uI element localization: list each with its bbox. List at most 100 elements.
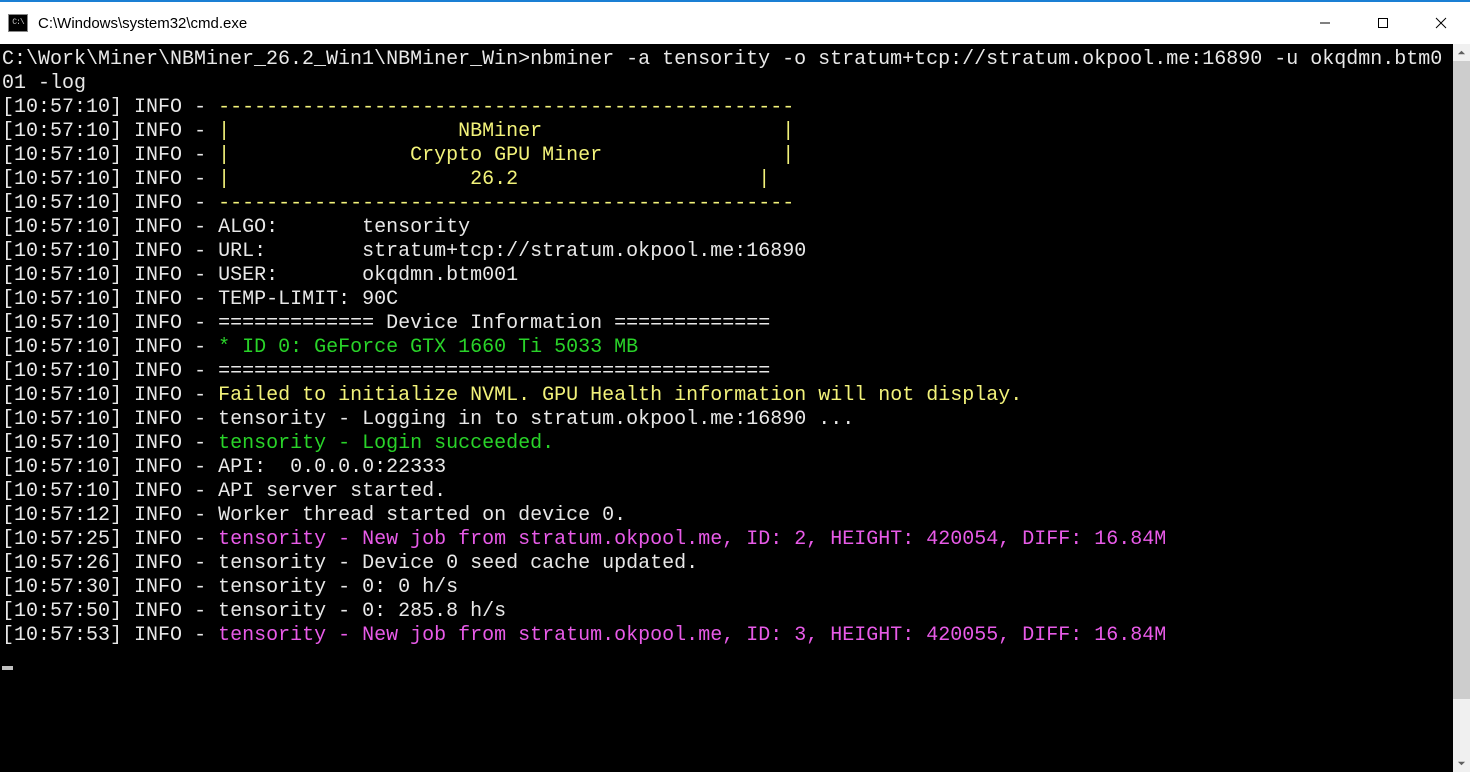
log-dash: - <box>194 288 206 311</box>
log-dash: - <box>194 528 206 551</box>
hashrate: tensority - 0: 0 h/s <box>218 576 458 599</box>
pad <box>602 144 782 167</box>
close-button[interactable] <box>1412 2 1470 44</box>
log-ts: [10:57:10] <box>2 288 122 311</box>
minimize-button[interactable] <box>1296 2 1354 44</box>
banner-side: | <box>782 144 794 167</box>
log-dash: - <box>194 408 206 431</box>
log-level: INFO <box>134 456 182 479</box>
cursor <box>2 666 13 670</box>
window-title: C:\Windows\system32\cmd.exe <box>38 15 247 32</box>
pad <box>230 168 470 191</box>
log-dash: - <box>194 336 206 359</box>
log-level: INFO <box>134 336 182 359</box>
log-level: INFO <box>134 384 182 407</box>
banner-side: | <box>782 120 794 143</box>
log-ts: [10:57:10] <box>2 192 122 215</box>
nvml-fail: Failed to initialize NVML. GPU Health in… <box>218 384 1022 407</box>
log-ts: [10:57:26] <box>2 552 122 575</box>
log-dash: - <box>194 144 206 167</box>
log-level: INFO <box>134 96 182 119</box>
new-job: tensority - New job from stratum.okpool.… <box>218 624 1166 647</box>
log-level: INFO <box>134 408 182 431</box>
log-level: INFO <box>134 600 182 623</box>
scroll-thumb[interactable] <box>1453 61 1470 699</box>
log-dash: - <box>194 240 206 263</box>
log-level: INFO <box>134 360 182 383</box>
device-info-sep: ============= Device Information =======… <box>218 312 770 335</box>
prompt-line: 01 -log <box>2 72 86 95</box>
banner-side: | <box>218 168 230 191</box>
log-ts: [10:57:10] <box>2 312 122 335</box>
api-started: API server started. <box>218 480 446 503</box>
terminal-output[interactable]: C:\Work\Miner\NBMiner_26.2_Win1\NBMiner_… <box>0 44 1453 772</box>
log-dash: - <box>194 96 206 119</box>
scroll-down-button[interactable] <box>1453 755 1470 772</box>
user-value: okqdmn.btm001 <box>362 264 518 287</box>
log-ts: [10:57:10] <box>2 384 122 407</box>
log-ts: [10:57:25] <box>2 528 122 551</box>
url-value: stratum+tcp://stratum.okpool.me:16890 <box>362 240 806 263</box>
log-level: INFO <box>134 192 182 215</box>
log-ts: [10:57:10] <box>2 240 122 263</box>
log-dash: - <box>194 384 206 407</box>
log-ts: [10:57:10] <box>2 480 122 503</box>
banner-desc: Crypto GPU Miner <box>410 144 602 167</box>
log-ts: [10:57:10] <box>2 264 122 287</box>
log-level: INFO <box>134 264 182 287</box>
log-level: INFO <box>134 120 182 143</box>
client-area: C:\Work\Miner\NBMiner_26.2_Win1\NBMiner_… <box>0 44 1470 772</box>
log-ts: [10:57:10] <box>2 408 122 431</box>
log-dash: - <box>194 264 206 287</box>
pad <box>518 168 746 191</box>
cmd-icon: C:\ <box>8 14 28 32</box>
temp-value: 90C <box>362 288 398 311</box>
log-level: INFO <box>134 528 182 551</box>
log-ts: [10:57:10] <box>2 216 122 239</box>
banner-border: ----------------------------------------… <box>218 192 794 215</box>
log-dash: - <box>194 504 206 527</box>
log-dash: - <box>194 480 206 503</box>
scroll-up-button[interactable] <box>1453 44 1470 61</box>
log-ts: [10:57:10] <box>2 168 122 191</box>
pad <box>230 120 458 143</box>
log-dash: - <box>194 576 206 599</box>
log-dash: - <box>194 120 206 143</box>
log-dash: - <box>194 216 206 239</box>
maximize-button[interactable] <box>1354 2 1412 44</box>
banner-side: | <box>758 168 770 191</box>
pad <box>230 144 410 167</box>
titlebar[interactable]: C:\ C:\Windows\system32\cmd.exe <box>0 2 1470 44</box>
log-level: INFO <box>134 480 182 503</box>
log-ts: [10:57:53] <box>2 624 122 647</box>
window-controls <box>1296 2 1470 44</box>
banner-side: | <box>218 144 230 167</box>
log-dash: - <box>194 360 206 383</box>
log-ts: [10:57:10] <box>2 432 122 455</box>
hashrate: tensority - 0: 285.8 h/s <box>218 600 506 623</box>
log-dash: - <box>194 168 206 191</box>
banner-border: ----------------------------------------… <box>218 96 794 119</box>
banner-version: 26.2 <box>470 168 518 191</box>
log-level: INFO <box>134 552 182 575</box>
log-ts: [10:57:12] <box>2 504 122 527</box>
url-label: URL: <box>218 240 362 263</box>
prompt-line: C:\Work\Miner\NBMiner_26.2_Win1\NBMiner_… <box>2 48 1442 71</box>
log-ts: [10:57:50] <box>2 600 122 623</box>
log-level: INFO <box>134 216 182 239</box>
scroll-track[interactable] <box>1453 61 1470 755</box>
log-level: INFO <box>134 240 182 263</box>
log-level: INFO <box>134 624 182 647</box>
algo-value: tensority <box>362 216 470 239</box>
login-attempt: tensority - Logging in to stratum.okpool… <box>218 408 854 431</box>
log-ts: [10:57:10] <box>2 456 122 479</box>
log-level: INFO <box>134 288 182 311</box>
log-dash: - <box>194 312 206 335</box>
login-success: tensority - Login succeeded. <box>218 432 554 455</box>
log-level: INFO <box>134 144 182 167</box>
gpu-device-line: * ID 0: GeForce GTX 1660 Ti 5033 MB <box>218 336 638 359</box>
log-dash: - <box>194 432 206 455</box>
vertical-scrollbar[interactable] <box>1453 44 1470 772</box>
log-level: INFO <box>134 168 182 191</box>
api-address: API: 0.0.0.0:22333 <box>218 456 446 479</box>
